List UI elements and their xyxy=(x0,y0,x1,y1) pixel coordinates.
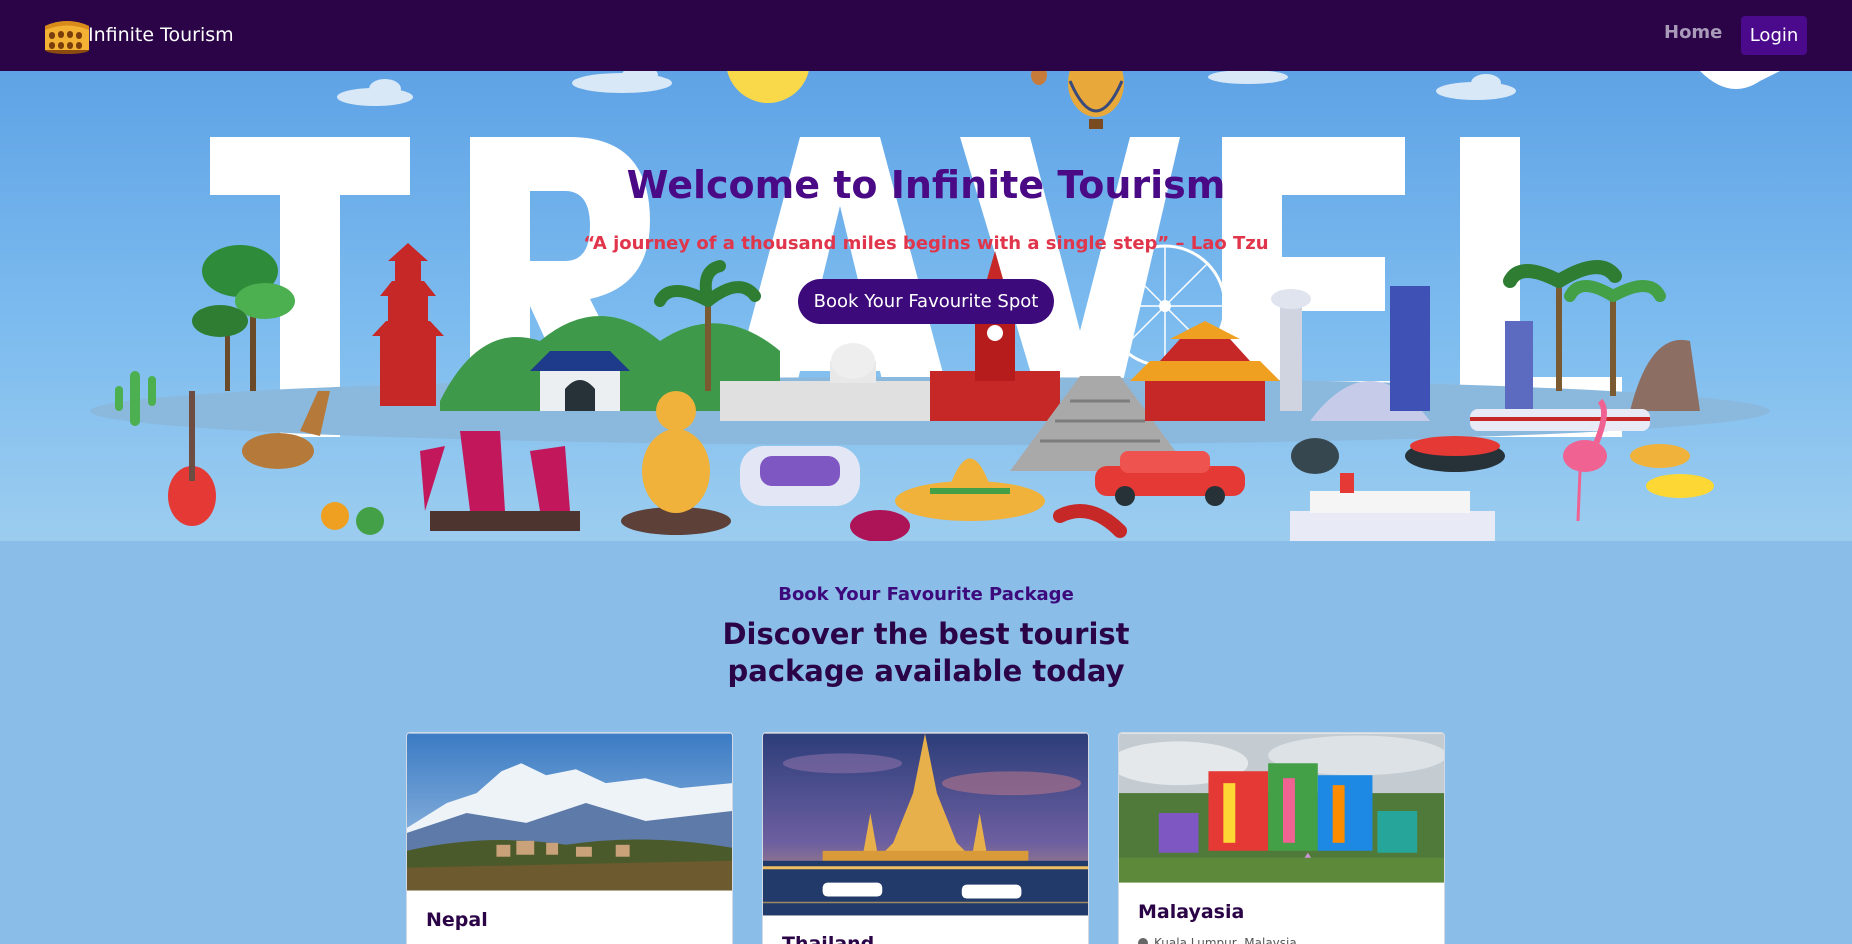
temple-night-image xyxy=(763,733,1088,916)
packages-subtitle: Book Your Favourite Package xyxy=(778,584,1074,605)
package-card-thailand[interactable]: Thailand xyxy=(762,732,1089,944)
hero-title: Welcome to Infinite Tourism xyxy=(626,163,1226,207)
package-card-malaysia[interactable]: Malayasia Kuala Lumpur, Malaysia xyxy=(1118,732,1445,944)
colorful-resort-image xyxy=(1119,733,1444,883)
mountain-landscape-image xyxy=(407,733,732,891)
location-pin-icon xyxy=(1135,935,1151,944)
nav-home-link[interactable]: Home xyxy=(1664,22,1722,43)
book-spot-button[interactable]: Book Your Favourite Spot xyxy=(798,279,1054,324)
package-card-nepal[interactable]: Nepal xyxy=(406,732,733,944)
brand-link[interactable]: Infinite Tourism xyxy=(44,16,234,54)
brand-name: Infinite Tourism xyxy=(88,24,234,46)
colosseum-icon xyxy=(45,21,89,54)
location-text: Kuala Lumpur, Malaysia xyxy=(1154,936,1297,944)
card-location: Kuala Lumpur, Malaysia xyxy=(1135,935,1297,944)
hero-banner: Welcome to Infinite Tourism “A journey o… xyxy=(0,71,1852,541)
login-button[interactable]: Login xyxy=(1741,16,1807,55)
navbar: Infinite Tourism Home Login xyxy=(0,0,1852,71)
card-title: Nepal xyxy=(426,909,488,931)
packages-heading: Discover the best tourist package availa… xyxy=(722,617,1130,688)
card-title: Malayasia xyxy=(1138,901,1245,923)
card-title: Thailand xyxy=(782,933,875,944)
hero-quote: “A journey of a thousand miles begins wi… xyxy=(583,233,1269,254)
